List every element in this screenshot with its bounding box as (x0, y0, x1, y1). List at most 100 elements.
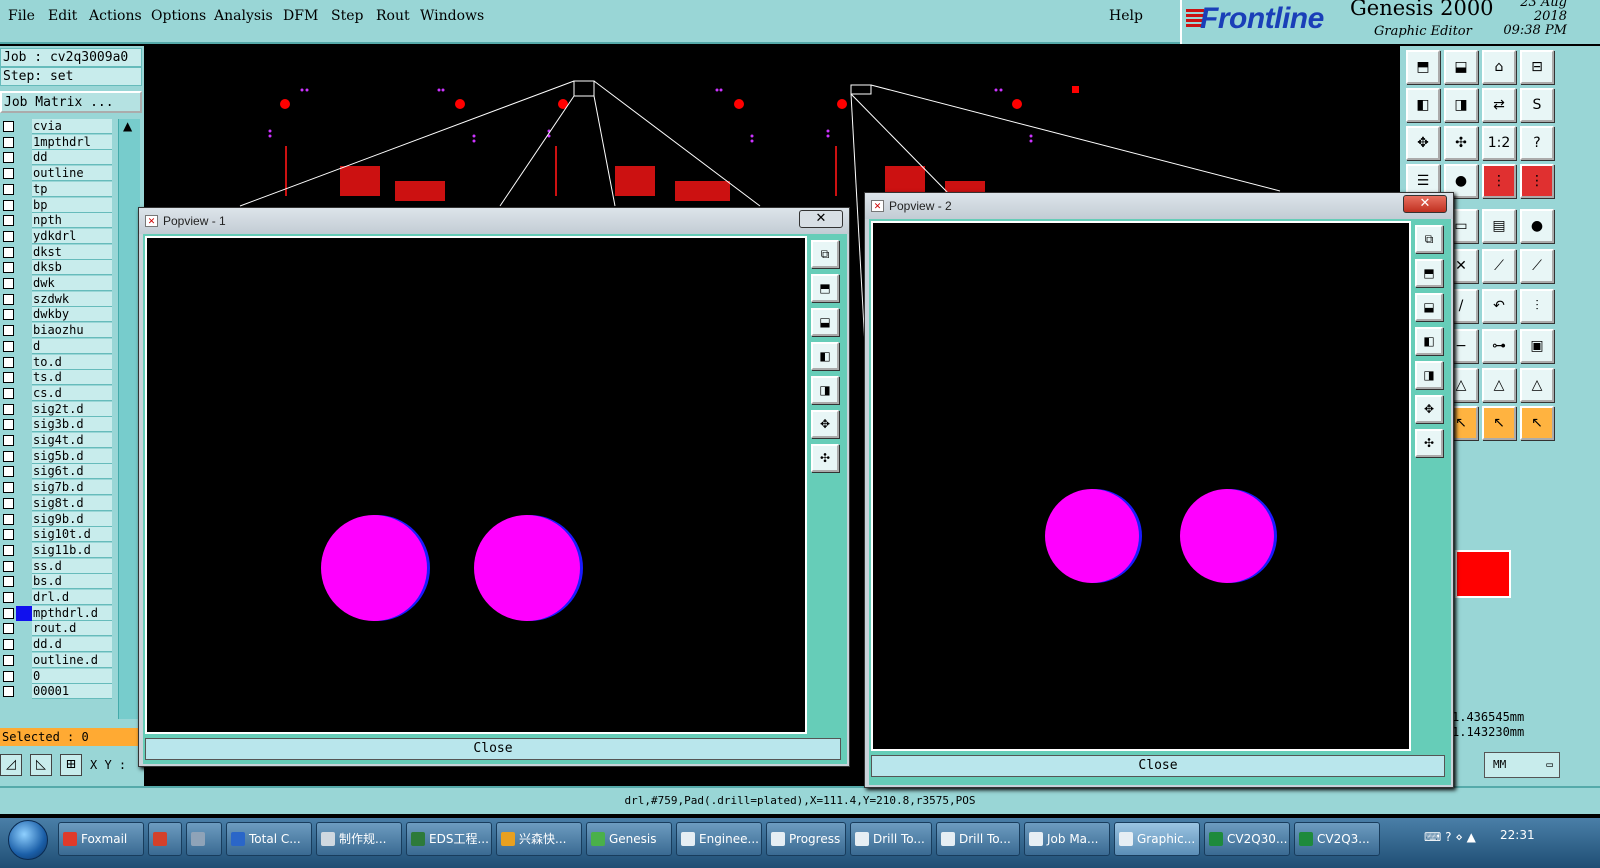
zoom-fit-icon[interactable]: ✥ (1406, 126, 1440, 160)
zoom-home-icon[interactable]: ⬒ (1406, 50, 1440, 84)
layer-row[interactable]: sig8t.d (0, 495, 114, 511)
taskbar-button[interactable] (148, 822, 182, 856)
layer-row[interactable]: 1mpthdrl (0, 134, 114, 150)
home-view-icon[interactable]: ⌂ (1482, 50, 1516, 84)
taskbar-button[interactable]: Job Ma... (1024, 822, 1110, 856)
menu-windows[interactable]: Windows (420, 8, 484, 24)
layer-row[interactable]: dwkby (0, 307, 114, 323)
popview-1-titlebar[interactable]: ✕ Popview - 1 (139, 208, 849, 234)
layer-checkbox[interactable] (3, 168, 14, 180)
layer-row[interactable]: ss.d (0, 558, 114, 574)
taskbar-button[interactable]: Drill To... (936, 822, 1020, 856)
layer-row[interactable]: cs.d (0, 385, 114, 401)
layer-row[interactable]: bp (0, 197, 114, 213)
layer-row[interactable]: cvia (0, 119, 114, 134)
layer-row[interactable]: npth (0, 213, 114, 229)
zoom-center-icon[interactable]: ✣ (811, 444, 839, 472)
pan-left-icon[interactable]: ◧ (811, 342, 839, 370)
layer-checkbox[interactable] (3, 686, 14, 698)
layer-checkbox[interactable] (3, 466, 14, 478)
system-tray-icons[interactable]: ⌨ ? ⋄ ▲ (1424, 830, 1476, 844)
dimension-icon[interactable]: ⊶ (1482, 329, 1516, 363)
layer-row[interactable]: sig7b.d (0, 480, 114, 496)
layer-row[interactable]: 0 (0, 668, 114, 684)
layer-checkbox[interactable] (3, 293, 14, 305)
pan-down-icon[interactable]: ⬓ (1444, 50, 1478, 84)
layer-checkbox[interactable] (3, 497, 14, 509)
scale-icon[interactable]: 1:2 (1482, 126, 1516, 160)
layer-row[interactable]: sig3b.d (0, 417, 114, 433)
layer-checkbox[interactable] (3, 356, 14, 368)
pan-right-icon[interactable]: ◨ (811, 376, 839, 404)
taskbar-button[interactable]: CV2Q30... (1204, 822, 1290, 856)
pan-right-icon[interactable]: ◨ (1444, 88, 1478, 122)
job-matrix-button[interactable]: Job Matrix ... (0, 91, 142, 113)
pointer-select-icon[interactable]: ↖ (1482, 406, 1516, 440)
layer-checkbox[interactable] (3, 654, 14, 666)
layer-row[interactable]: biaozhu (0, 323, 114, 339)
layer-row[interactable]: sig9b.d (0, 511, 114, 527)
layer-checkbox[interactable] (3, 183, 14, 195)
layer-row[interactable]: rout.d (0, 621, 114, 637)
popview-1-close-x[interactable]: ✕ (799, 210, 843, 228)
taskbar-button[interactable]: 制作规... (316, 822, 402, 856)
layer-row[interactable]: sig5b.d (0, 448, 114, 464)
menu-dfm[interactable]: DFM (283, 8, 318, 24)
layer-checkbox[interactable] (3, 121, 14, 132)
layer-row[interactable]: dd.d (0, 637, 114, 653)
layer-row[interactable]: dkst (0, 244, 114, 260)
zoom-center-icon[interactable]: ✣ (1415, 429, 1443, 457)
layer-row[interactable]: outline (0, 166, 114, 182)
pan-down-icon[interactable]: ⬓ (1415, 293, 1443, 321)
popview-2-close-button[interactable]: Close (871, 755, 1445, 777)
taskbar-button[interactable]: Foxmail (58, 822, 144, 856)
layer-row[interactable]: sig10t.d (0, 527, 114, 543)
layer-row[interactable]: sig11b.d (0, 542, 114, 558)
layer-checkbox[interactable] (3, 403, 14, 415)
layer-checkbox[interactable] (3, 136, 14, 148)
shape-a2-icon[interactable]: △ (1482, 368, 1516, 402)
taskbar-button[interactable]: Total C... (226, 822, 312, 856)
measure-tool-icon[interactable]: ◺ (30, 754, 52, 776)
layer-row[interactable]: dd (0, 150, 114, 166)
layer-row[interactable]: bs.d (0, 574, 114, 590)
layer-checkbox[interactable] (3, 435, 14, 446)
taskbar-button[interactable]: 兴森快... (496, 822, 582, 856)
select-tool-icon[interactable]: ◿ (0, 754, 22, 776)
taskbar-button[interactable]: Progress (766, 822, 846, 856)
units-selector[interactable]: MM ▭ (1484, 752, 1560, 778)
scroll-up-icon[interactable]: ▲ (123, 119, 132, 133)
pan-right-icon[interactable]: ◨ (1415, 361, 1443, 389)
popview-2-titlebar[interactable]: ✕ Popview - 2 (865, 193, 1453, 219)
mirror-icon[interactable]: ⇄ (1482, 88, 1516, 122)
split-view-icon[interactable]: ⊟ (1520, 50, 1554, 84)
layer-checkbox[interactable] (3, 513, 14, 525)
layer-row[interactable]: sig2t.d (0, 401, 114, 417)
layer-row[interactable]: sig6t.d (0, 464, 114, 480)
taskbar-button[interactable]: CV2Q3... (1294, 822, 1380, 856)
layer-checkbox[interactable] (3, 387, 14, 399)
line-edit-icon[interactable]: ⟋ (1520, 249, 1554, 283)
zoom-window-icon[interactable]: ⧉ (1415, 225, 1443, 253)
layer-checkbox[interactable] (3, 199, 14, 211)
taskbar-button[interactable]: Graphic... (1114, 822, 1200, 856)
layer-checkbox[interactable] (3, 639, 14, 651)
layer-checkbox[interactable] (3, 215, 14, 227)
pan-down-icon[interactable]: ⬓ (811, 308, 839, 336)
arc-icon[interactable]: ↶ (1482, 289, 1516, 323)
layer-checkbox[interactable] (3, 482, 14, 494)
ruler-ticks-icon[interactable]: ▤ (1482, 209, 1516, 243)
layer-checkbox[interactable] (3, 152, 14, 164)
pan-up-icon[interactable]: ⬒ (811, 274, 839, 302)
menu-edit[interactable]: Edit (48, 8, 77, 24)
redraw-icon[interactable]: S (1520, 88, 1554, 122)
layer-row[interactable]: dwk (0, 276, 114, 291)
popview-1-screen[interactable] (145, 236, 807, 734)
layer-list-scrollbar[interactable]: ▲ (118, 119, 140, 719)
layer-row[interactable]: drl.d (0, 590, 114, 605)
layer-row[interactable]: to.d (0, 354, 114, 370)
layer-checkbox[interactable] (3, 560, 14, 572)
layer-checkbox[interactable] (3, 325, 14, 337)
popview-2-close-x[interactable]: ✕ (1403, 195, 1447, 213)
menu-analysis[interactable]: Analysis (214, 8, 273, 24)
